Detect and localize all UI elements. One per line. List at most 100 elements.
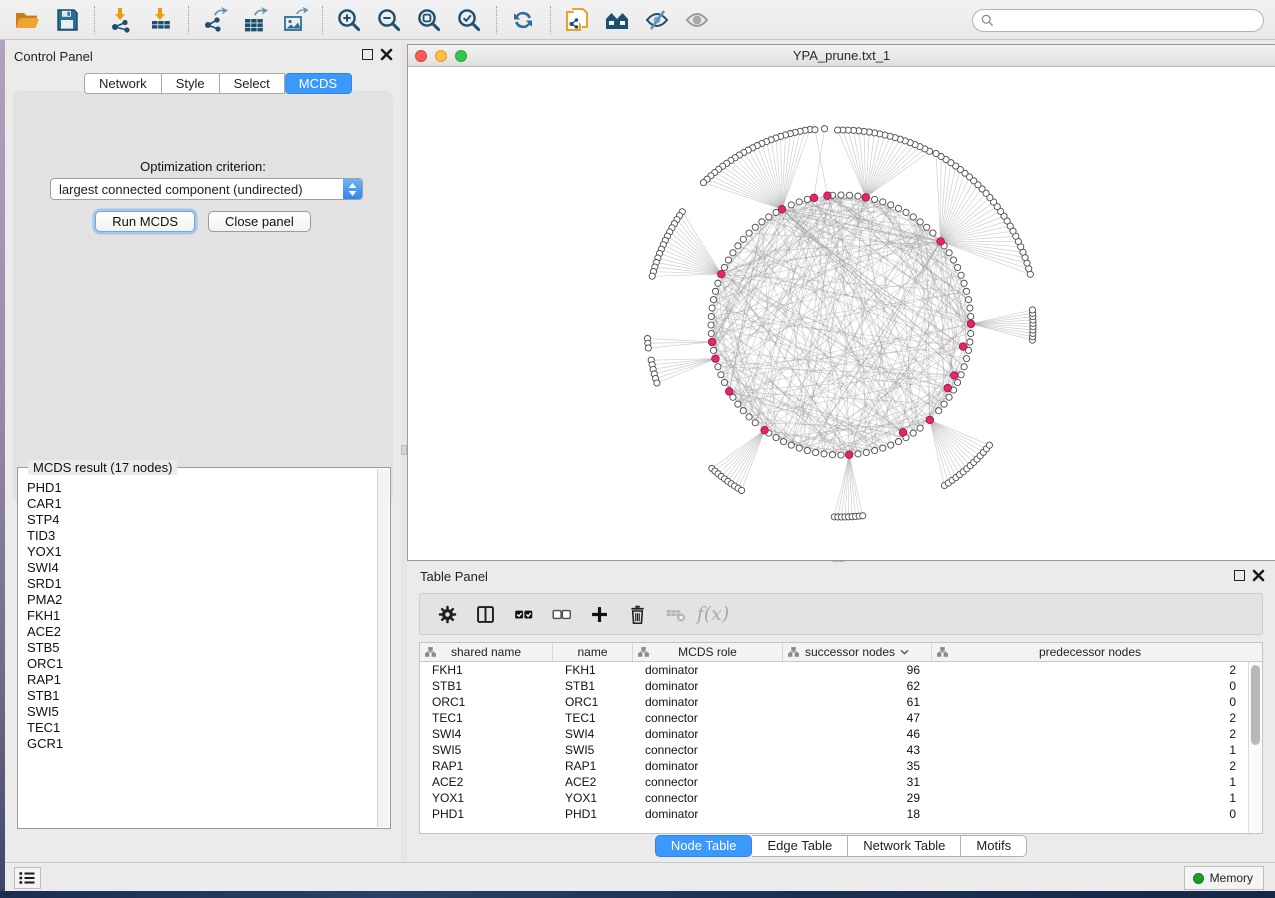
tab-style[interactable]: Style (162, 73, 220, 94)
zoom-selected-button[interactable] (452, 4, 486, 36)
table-cell: 2 (932, 710, 1248, 726)
task-history-button[interactable] (14, 867, 41, 889)
table-cell: TEC1 (420, 710, 553, 726)
mcds-result-item[interactable]: PMA2 (27, 592, 377, 608)
delete-column-button[interactable] (620, 597, 654, 631)
mcds-result-item[interactable]: YOX1 (27, 544, 377, 560)
table-cell: dominator (633, 806, 783, 822)
table-cell: 62 (783, 678, 932, 694)
open-file-button[interactable] (10, 4, 44, 36)
mcds-result-item[interactable]: PHD1 (27, 480, 377, 496)
show-all-button[interactable] (680, 4, 714, 36)
table-row[interactable]: ORC1ORC1dominator610 (420, 694, 1248, 710)
mcds-result-item[interactable]: TEC1 (27, 720, 377, 736)
tab-mcds[interactable]: MCDS (285, 73, 352, 94)
hide-selected-button[interactable] (640, 4, 674, 36)
table-row[interactable]: FKH1FKH1dominator962 (420, 662, 1248, 678)
table-cell: 43 (783, 742, 932, 758)
toolbar-separator (94, 6, 95, 34)
mcds-result-groupbox: MCDS result (17 nodes) PHD1CAR1STP4TID3Y… (17, 467, 391, 829)
import-table-button[interactable] (144, 4, 178, 36)
mcds-result-item[interactable]: SRD1 (27, 576, 377, 592)
memory-button[interactable]: Memory (1184, 866, 1264, 890)
table-row[interactable]: PHD1PHD1dominator180 (420, 806, 1248, 822)
search-input[interactable] (1000, 14, 1255, 28)
main-toolbar (0, 0, 1275, 40)
save-session-button[interactable] (50, 4, 84, 36)
table-row[interactable]: RAP1RAP1dominator352 (420, 758, 1248, 774)
export-table-button[interactable] (238, 4, 272, 36)
tab-network[interactable]: Network (84, 73, 162, 94)
unselect-all-columns-button[interactable] (544, 597, 578, 631)
export-network-button[interactable] (198, 4, 232, 36)
table-cell: PHD1 (553, 806, 633, 822)
delete-table-button[interactable] (658, 597, 692, 631)
network-graph[interactable] (408, 67, 1274, 560)
tab-select[interactable]: Select (220, 73, 285, 94)
select-all-columns-button[interactable] (506, 597, 540, 631)
table-scrollbar[interactable] (1248, 662, 1262, 833)
zoom-out-button[interactable] (372, 4, 406, 36)
close-panel-button[interactable]: Close panel (208, 211, 311, 232)
zoom-fit-button[interactable] (412, 4, 446, 36)
float-window-icon[interactable] (1234, 570, 1245, 581)
mcds-result-item[interactable]: FKH1 (27, 608, 377, 624)
mcds-result-item[interactable]: RAP1 (27, 672, 377, 688)
table-cell: connector (633, 790, 783, 806)
tab-node-table[interactable]: Node Table (655, 835, 753, 857)
function-builder-button[interactable]: f(x) (696, 597, 730, 631)
mcds-result-scrollbar[interactable] (377, 469, 389, 827)
network-canvas[interactable] (408, 67, 1274, 560)
table-settings-button[interactable] (430, 597, 464, 631)
application-window: Control Panel NetworkStyleSelectMCDS Opt… (0, 0, 1275, 891)
tab-network-table[interactable]: Network Table (848, 835, 961, 857)
tab-motifs[interactable]: Motifs (961, 835, 1027, 857)
mcds-result-item[interactable]: TID3 (27, 528, 377, 544)
mcds-result-item[interactable]: GCR1 (27, 736, 377, 752)
create-column-button[interactable] (582, 597, 616, 631)
table-cell: 96 (783, 662, 932, 678)
first-neighbors-button[interactable] (600, 4, 634, 36)
table-row[interactable]: SWI5SWI5connector431 (420, 742, 1248, 758)
column-header-predecessor-nodes[interactable]: predecessor nodes (932, 643, 1248, 661)
mcds-result-list[interactable]: PHD1CAR1STP4TID3YOX1SWI4SRD1PMA2FKH1ACE2… (19, 474, 377, 827)
network-window-titlebar[interactable]: YPA_prune.txt_1 (408, 45, 1275, 67)
refresh-button[interactable] (506, 4, 540, 36)
column-header-MCDS-role[interactable]: MCDS role (633, 643, 783, 661)
table-cell: SWI4 (420, 726, 553, 742)
tab-edge-table[interactable]: Edge Table (752, 835, 848, 857)
column-header-name[interactable]: name (553, 643, 633, 661)
show-columns-button[interactable] (468, 597, 502, 631)
mcds-result-item[interactable]: ACE2 (27, 624, 377, 640)
import-network-button[interactable] (104, 4, 138, 36)
table-row[interactable]: SWI4SWI4dominator462 (420, 726, 1248, 742)
mcds-result-item[interactable]: SWI4 (27, 560, 377, 576)
node-table: shared namenameMCDS rolesuccessor nodesp… (419, 642, 1263, 834)
mcds-result-item[interactable]: CAR1 (27, 496, 377, 512)
toolbar-separator (550, 6, 551, 34)
mcds-result-item[interactable]: SWI5 (27, 704, 377, 720)
optimization-criterion-select[interactable]: largest connected component (undirected) (50, 178, 363, 200)
table-cell: RAP1 (553, 758, 633, 774)
mcds-result-item[interactable]: ORC1 (27, 656, 377, 672)
table-cell: STB1 (553, 678, 633, 694)
new-network-from-selection-button[interactable] (560, 4, 594, 36)
mcds-result-item[interactable]: STB1 (27, 688, 377, 704)
float-window-icon[interactable] (362, 49, 373, 60)
column-header-successor-nodes[interactable]: successor nodes (783, 643, 932, 661)
control-panel: Control Panel NetworkStyleSelectMCDS Opt… (5, 41, 401, 862)
column-header-shared-name[interactable]: shared name (420, 643, 553, 661)
close-panel-icon[interactable] (380, 48, 393, 61)
export-image-button[interactable] (278, 4, 312, 36)
table-row[interactable]: YOX1YOX1connector291 (420, 790, 1248, 806)
zoom-in-button[interactable] (332, 4, 366, 36)
table-row[interactable]: STB1STB1dominator620 (420, 678, 1248, 694)
run-mcds-button[interactable]: Run MCDS (95, 211, 195, 232)
close-panel-icon[interactable] (1252, 569, 1265, 582)
mcds-result-item[interactable]: STB5 (27, 640, 377, 656)
table-row[interactable]: TEC1TEC1connector472 (420, 710, 1248, 726)
mcds-result-item[interactable]: STP4 (27, 512, 377, 528)
table-row[interactable]: ACE2ACE2connector311 (420, 774, 1248, 790)
desktop-edge-bottom (0, 891, 1275, 898)
scrollbar-thumb[interactable] (1251, 665, 1260, 745)
